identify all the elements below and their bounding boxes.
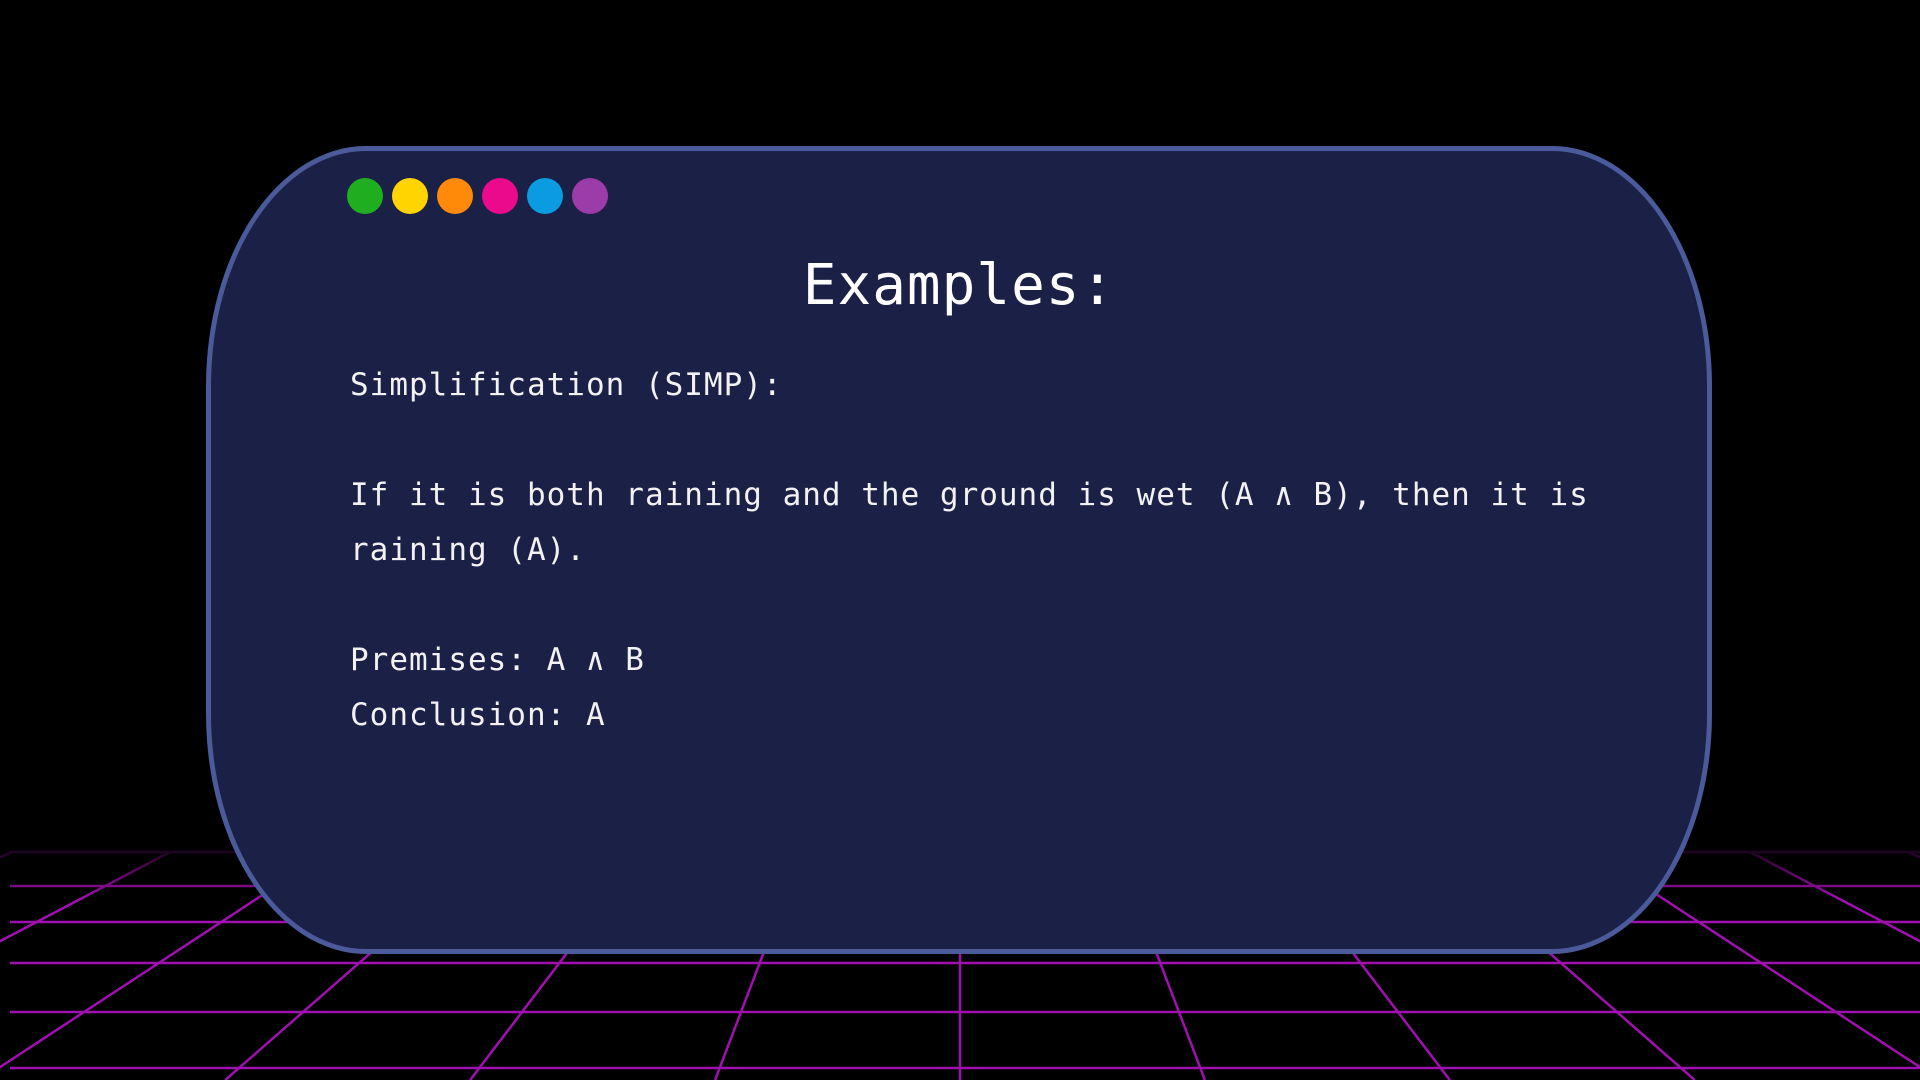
- blue-dot: [527, 178, 563, 214]
- slide-body: Simplification (SIMP): If it is both rai…: [350, 358, 1610, 743]
- green-dot: [347, 178, 383, 214]
- window-dots: [347, 178, 608, 214]
- conclusion-line: Conclusion: A: [350, 697, 606, 733]
- premises-line: Premises: A ∧ B: [350, 642, 645, 678]
- slide-stage: Examples: Simplification (SIMP): If it i…: [0, 0, 1920, 1080]
- slide-title: Examples:: [802, 253, 1116, 318]
- purple-dot: [572, 178, 608, 214]
- rule-heading: Simplification (SIMP):: [350, 367, 783, 403]
- pink-dot: [482, 178, 518, 214]
- slide-card: Examples: Simplification (SIMP): If it i…: [206, 146, 1712, 954]
- orange-dot: [437, 178, 473, 214]
- yellow-dot: [392, 178, 428, 214]
- example-sentence: If it is both raining and the ground is …: [350, 477, 1609, 568]
